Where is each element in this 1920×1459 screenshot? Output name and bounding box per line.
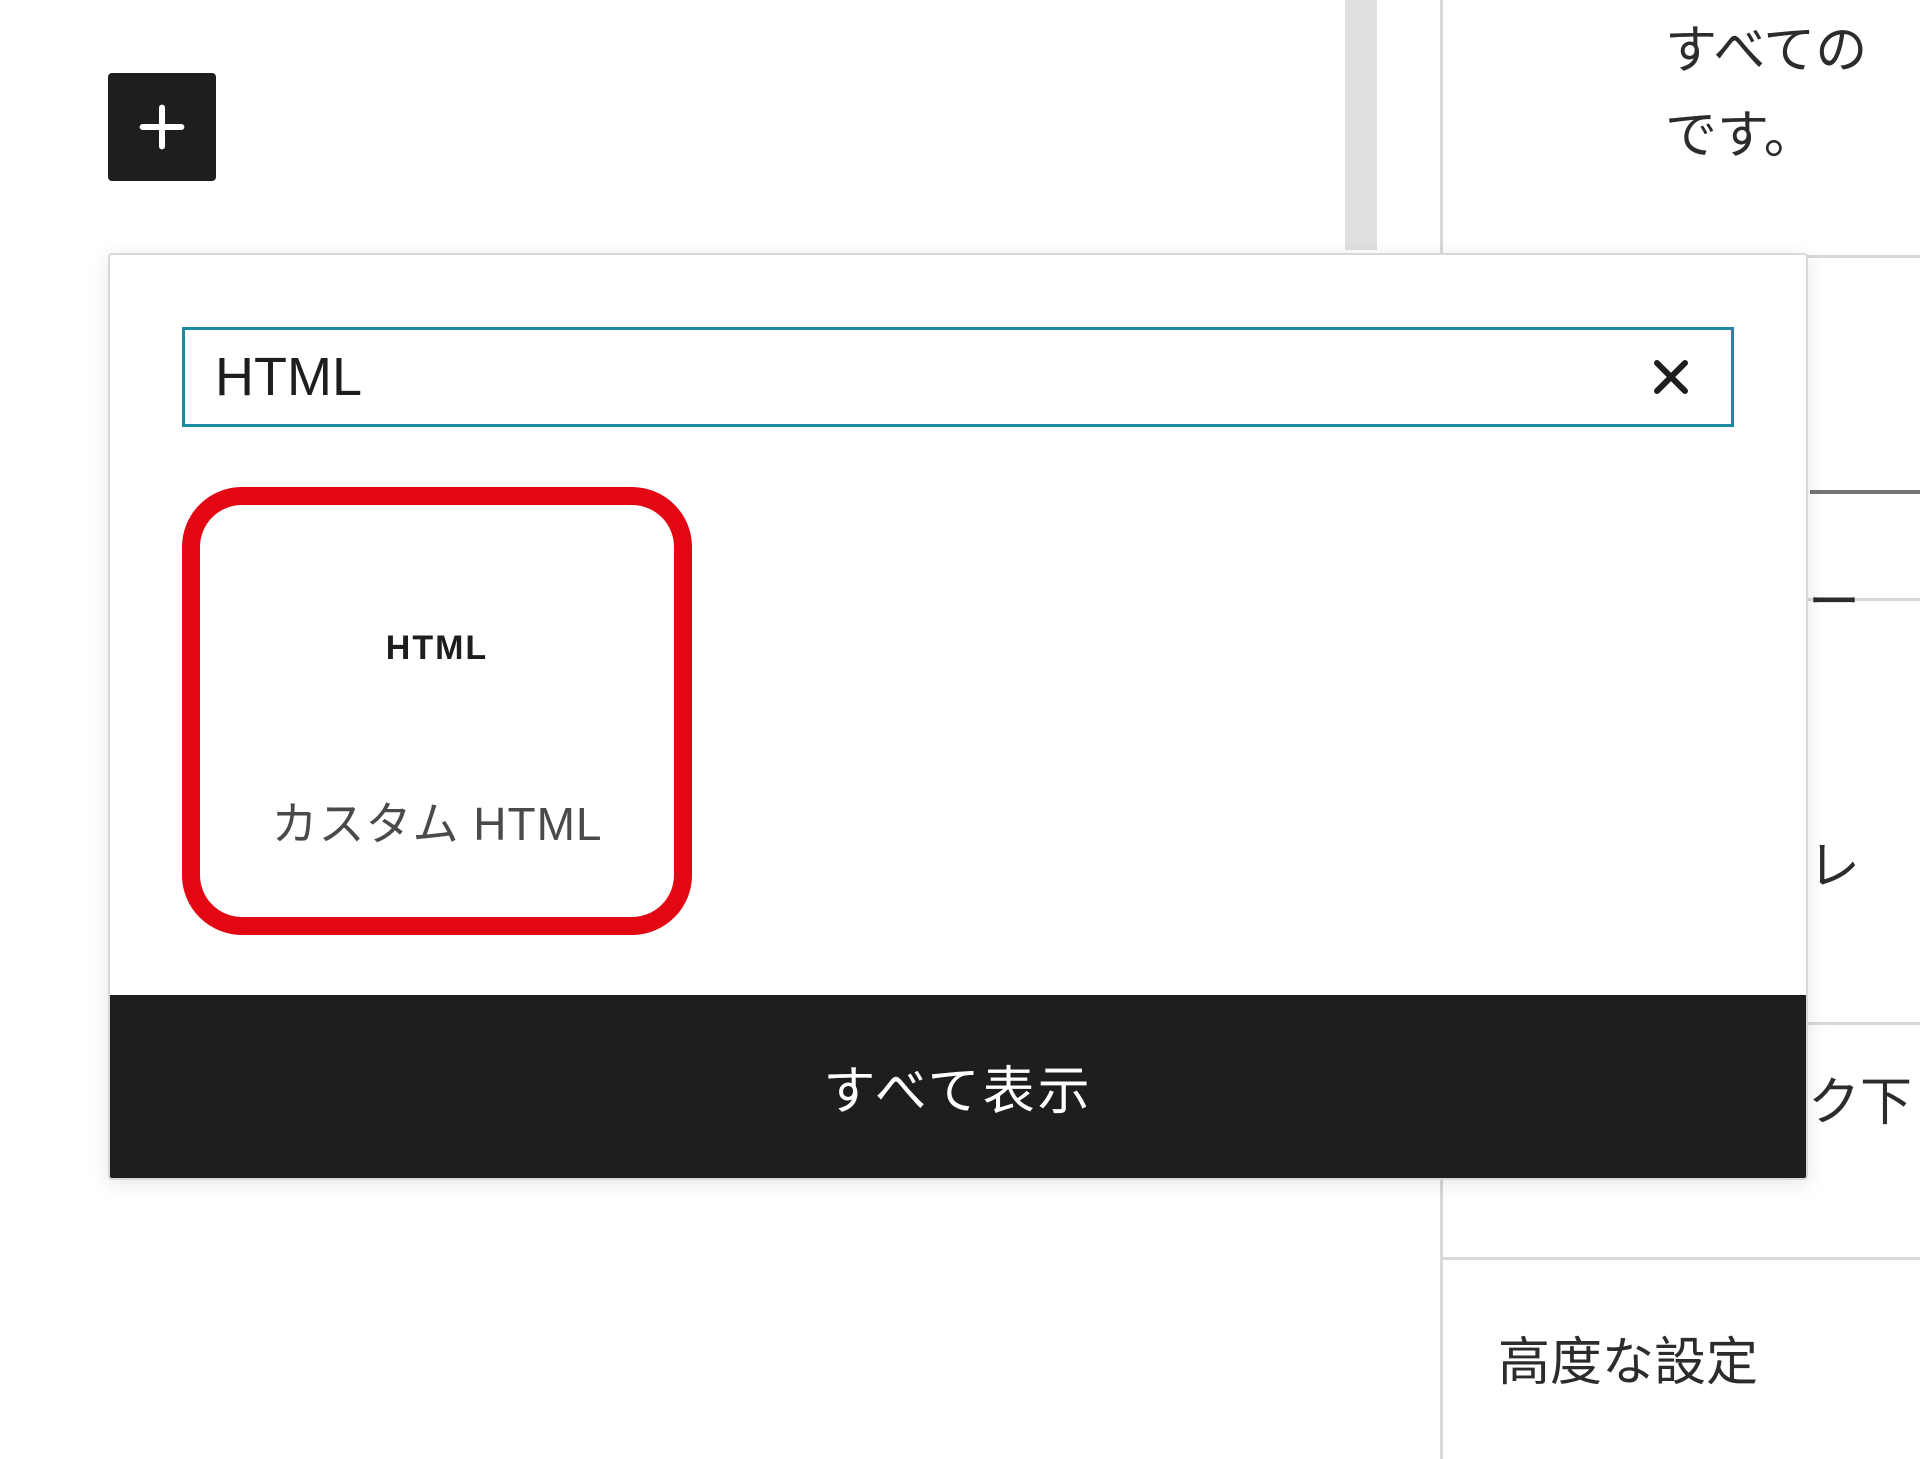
browse-all-button[interactable]: すべて表示 — [110, 995, 1806, 1178]
block-search-container — [110, 255, 1806, 467]
clear-search-button[interactable] — [1641, 347, 1701, 407]
sidebar-item-fragment: ー — [1808, 560, 1860, 635]
sidebar-advanced-settings-label[interactable]: 高度な設定 — [1498, 1320, 1758, 1395]
sidebar-divider — [1443, 1257, 1920, 1260]
html-icon: HTML — [386, 629, 488, 668]
browse-all-label: すべて表示 — [823, 1049, 1092, 1124]
block-inserter-popover: HTML カスタム HTML すべて表示 — [108, 253, 1808, 1180]
close-icon — [1647, 353, 1695, 401]
block-item-label: カスタム HTML — [272, 788, 603, 854]
sidebar-description-line1: すべての — [1665, 10, 1867, 93]
sidebar-item-fragment: ク下 — [1808, 1060, 1912, 1135]
sidebar-divider — [1810, 490, 1920, 494]
plus-icon — [133, 98, 191, 156]
add-block-button[interactable] — [108, 73, 216, 181]
block-search-results: HTML カスタム HTML — [110, 467, 1806, 995]
block-search-wrapper — [182, 327, 1734, 427]
block-search-input[interactable] — [215, 346, 1641, 408]
sidebar-description-line2: です。 — [1665, 95, 1816, 178]
editor-vertical-divider — [1345, 0, 1377, 250]
block-item-custom-html[interactable]: HTML カスタム HTML — [182, 487, 692, 935]
sidebar-item-fragment: レ — [1808, 824, 1860, 899]
